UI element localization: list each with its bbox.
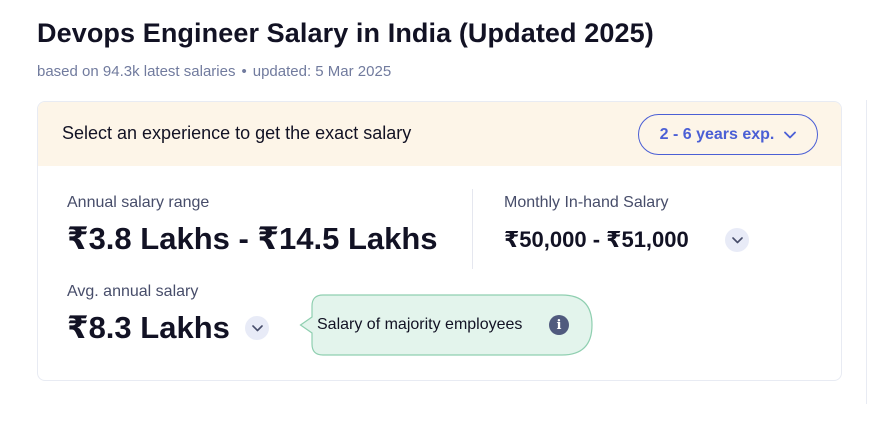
monthly-inhand-label: Monthly In-hand Salary: [504, 194, 669, 211]
chevron-down-icon: [251, 319, 263, 337]
vertical-divider: [472, 189, 473, 269]
salary-count: based on 94.3k latest salaries: [37, 63, 236, 80]
monthly-expand-button[interactable]: [725, 228, 749, 252]
page-subtitle: based on 94.3k latest salaries • updated: …: [37, 63, 391, 80]
experience-header: Select an experience to get the exact sa…: [38, 102, 841, 166]
adjacent-panel-edge: [866, 100, 867, 404]
salary-card: Select an experience to get the exact sa…: [37, 101, 842, 381]
page-title: Devops Engineer Salary in India (Updated…: [37, 18, 654, 48]
experience-selected: 2 - 6 years exp.: [659, 125, 775, 143]
avg-salary-label: Avg. annual salary: [67, 283, 199, 300]
separator-dot: •: [241, 63, 247, 80]
majority-callout: Salary of majority employees i: [299, 294, 594, 356]
chevron-down-icon: [784, 127, 797, 142]
majority-callout-text: Salary of majority employees: [317, 316, 523, 333]
annual-range-value: ₹3.8 Lakhs - ₹14.5 Lakhs: [67, 221, 438, 256]
monthly-inhand-value: ₹50,000 - ₹51,000: [504, 227, 689, 252]
experience-dropdown[interactable]: 2 - 6 years exp.: [638, 114, 818, 155]
annual-range-label: Annual salary range: [67, 194, 210, 211]
avg-salary-value: ₹8.3 Lakhs: [67, 310, 230, 345]
updated-date: updated: 5 Mar 2025: [252, 63, 392, 80]
avg-expand-button[interactable]: [245, 316, 269, 340]
info-icon[interactable]: i: [549, 315, 569, 335]
chevron-down-icon: [731, 231, 743, 249]
experience-prompt: Select an experience to get the exact sa…: [62, 123, 412, 143]
